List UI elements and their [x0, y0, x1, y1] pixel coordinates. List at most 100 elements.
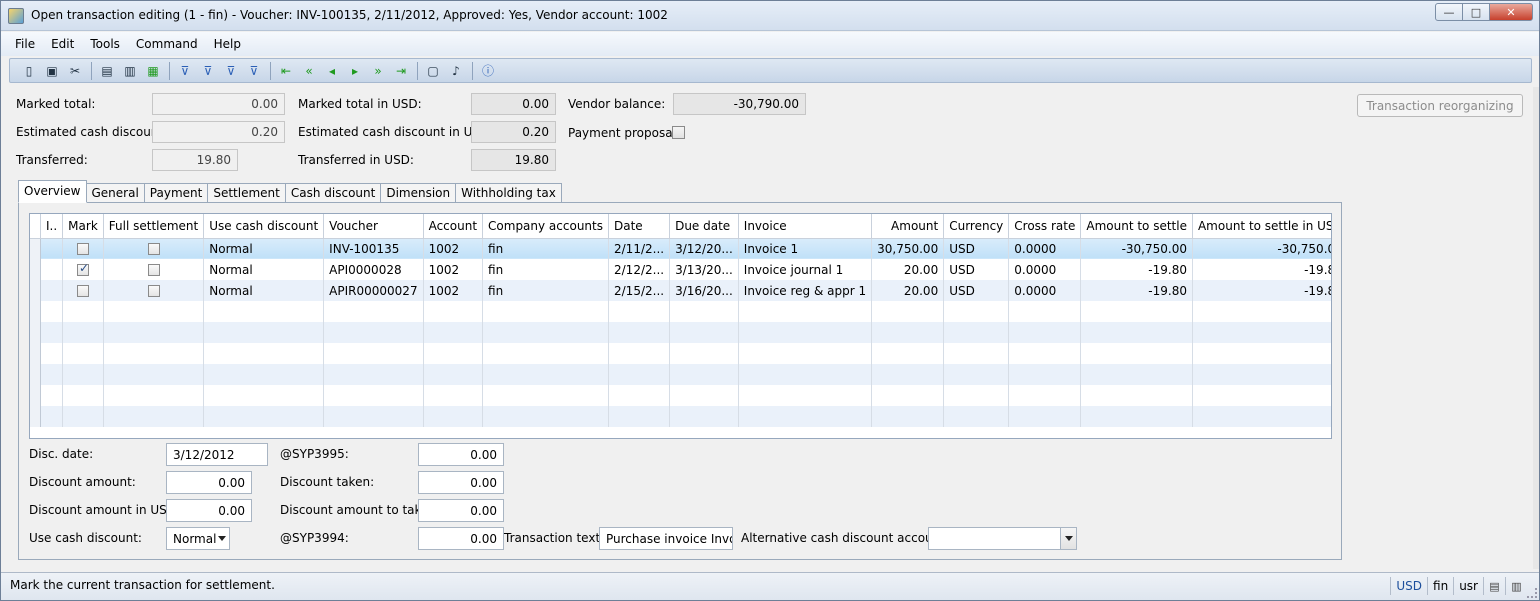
- grid-cell-amount[interactable]: 20.00: [871, 259, 945, 280]
- grid-cell-due[interactable]: 3/16/20...: [669, 280, 739, 301]
- dropdown-button-icon[interactable]: [1060, 528, 1076, 549]
- row-selector[interactable]: [30, 322, 41, 343]
- row-selector[interactable]: [30, 238, 41, 259]
- first-record-icon[interactable]: ⇤: [277, 62, 295, 80]
- full-settlement-checkbox[interactable]: [147, 285, 160, 297]
- grid-cell-currency[interactable]: USD: [943, 280, 1010, 301]
- grid-cell-account[interactable]: 1002: [423, 259, 484, 280]
- menu-command[interactable]: Command: [136, 37, 198, 51]
- table-row[interactable]: [30, 322, 1331, 343]
- row-selector[interactable]: [30, 259, 41, 280]
- syp3995-field[interactable]: 0.00: [418, 443, 504, 466]
- row-selector[interactable]: [30, 406, 41, 427]
- previous-page-icon[interactable]: «: [300, 62, 318, 80]
- column-header-amount-to-settle-usd[interactable]: Amount to settle in USD: [1192, 214, 1331, 239]
- tab-settlement[interactable]: Settlement: [207, 183, 286, 203]
- table-row[interactable]: [30, 364, 1331, 385]
- column-header-cross-rate[interactable]: Cross rate: [1008, 214, 1082, 239]
- printer-icon[interactable]: ▤: [1483, 577, 1505, 595]
- row-selector[interactable]: [30, 385, 41, 406]
- grid-cell-invoice[interactable]: Invoice journal 1: [738, 259, 873, 280]
- next-record-icon[interactable]: ▸: [346, 62, 364, 80]
- column-header-currency[interactable]: Currency: [943, 214, 1010, 239]
- column-header-due-date[interactable]: Due date: [669, 214, 739, 239]
- grid-cell-account[interactable]: 1002: [423, 238, 484, 259]
- mark-checkbox[interactable]: [76, 243, 89, 256]
- discount-amount-usd-field[interactable]: 0.00: [166, 499, 252, 522]
- discount-to-take-field[interactable]: 0.00: [418, 499, 504, 522]
- print-preview-icon[interactable]: ▥: [121, 62, 139, 80]
- menu-file[interactable]: File: [15, 37, 35, 51]
- database-icon[interactable]: ▥: [1505, 577, 1527, 595]
- grid-cell-account[interactable]: 1002: [423, 280, 484, 301]
- status-currency[interactable]: USD: [1390, 577, 1427, 595]
- column-header-mark[interactable]: Mark: [62, 214, 104, 239]
- print-icon[interactable]: ▤: [98, 62, 116, 80]
- menu-help[interactable]: Help: [214, 37, 241, 51]
- grid-cell-invoice[interactable]: Invoice reg & appr 1: [738, 280, 873, 301]
- column-header-account[interactable]: Account: [423, 214, 484, 239]
- grid-cell-currency[interactable]: USD: [943, 259, 1010, 280]
- menu-tools[interactable]: Tools: [90, 37, 120, 51]
- last-record-icon[interactable]: ⇥: [392, 62, 410, 80]
- menu-edit[interactable]: Edit: [51, 37, 74, 51]
- attachments-icon[interactable]: ▢: [424, 62, 442, 80]
- row-selector[interactable]: [30, 343, 41, 364]
- vertical-scrollbar[interactable]: [1533, 87, 1539, 569]
- grid-cell-to-settle[interactable]: -19.80: [1080, 259, 1193, 280]
- help-icon[interactable]: ⓘ: [479, 62, 497, 80]
- grid-cell-to-settle[interactable]: -30,750.00: [1080, 238, 1193, 259]
- grid-cell-company[interactable]: fin: [482, 238, 609, 259]
- next-page-icon[interactable]: »: [369, 62, 387, 80]
- table-row[interactable]: Normal APIR00000027 1002 fin 2/15/2... 3/16/2…: [30, 280, 1331, 301]
- grid-cell-date[interactable]: 2/15/2...: [608, 280, 671, 301]
- row-selector[interactable]: [30, 280, 41, 301]
- tab-payment[interactable]: Payment: [143, 183, 209, 203]
- grid-cell-date[interactable]: 2/12/2...: [608, 259, 671, 280]
- column-header-company-accounts[interactable]: Company accounts: [482, 214, 609, 239]
- filter-by-selection-icon[interactable]: ⊽: [176, 62, 194, 80]
- full-settlement-checkbox[interactable]: [147, 243, 160, 256]
- row-selector[interactable]: [30, 364, 41, 385]
- grid-cell-voucher[interactable]: APIR00000027: [323, 280, 424, 301]
- column-header-amount[interactable]: Amount: [871, 214, 945, 239]
- mark-checkbox[interactable]: [76, 285, 89, 297]
- grid-cell-to-settle-usd[interactable]: -19.80: [1192, 259, 1331, 280]
- maximize-button[interactable]: □: [1462, 3, 1490, 21]
- discount-amount-field[interactable]: 0.00: [166, 471, 252, 494]
- table-row[interactable]: [30, 301, 1331, 322]
- syp3994-field[interactable]: 0.00: [418, 527, 504, 550]
- grid-cell-cross-rate[interactable]: 0.0000: [1008, 280, 1082, 301]
- table-row[interactable]: Normal INV-100135 1002 fin 2/11/2... 3/12/20.…: [30, 238, 1331, 259]
- save-icon[interactable]: ▣: [43, 62, 61, 80]
- grid-cell-currency[interactable]: USD: [943, 238, 1010, 259]
- use-cash-discount-select[interactable]: Normal: [166, 527, 230, 550]
- grid-cell-company[interactable]: fin: [482, 280, 609, 301]
- grid-cell-due[interactable]: 3/13/20...: [669, 259, 739, 280]
- column-header-info[interactable]: I..: [40, 214, 64, 239]
- table-row[interactable]: [30, 343, 1331, 364]
- column-header-date[interactable]: Date: [608, 214, 671, 239]
- grid-cell-amount[interactable]: 20.00: [871, 280, 945, 301]
- transaction-text-field[interactable]: Purchase invoice Invoice: [599, 527, 733, 550]
- table-row[interactable]: NormalAPI00000281002fin2/12/2...3/13/20.…: [30, 259, 1331, 280]
- column-header-use-cash-discount[interactable]: Use cash discount: [203, 214, 325, 239]
- grid-cell-date[interactable]: 2/11/2...: [608, 238, 671, 259]
- discount-taken-field[interactable]: 0.00: [418, 471, 504, 494]
- grid-cell-voucher[interactable]: API0000028: [323, 259, 424, 280]
- column-header-invoice[interactable]: Invoice: [738, 214, 873, 239]
- row-selector[interactable]: [30, 301, 41, 322]
- advanced-filter-icon[interactable]: ⊽: [222, 62, 240, 80]
- table-row[interactable]: [30, 385, 1331, 406]
- previous-record-icon[interactable]: ◂: [323, 62, 341, 80]
- status-company[interactable]: fin: [1427, 577, 1453, 595]
- column-header-full-settlement[interactable]: Full settlement: [103, 214, 205, 239]
- grid-cell-amount[interactable]: 30,750.00: [871, 238, 945, 259]
- close-button[interactable]: ✕: [1489, 3, 1533, 21]
- alert-icon[interactable]: ♪: [447, 62, 465, 80]
- tab-cash-discount[interactable]: Cash discount: [284, 183, 382, 203]
- alt-cash-discount-select[interactable]: [928, 527, 1077, 550]
- export-excel-icon[interactable]: ▦: [144, 62, 162, 80]
- grid-cell-invoice[interactable]: Invoice 1: [738, 238, 873, 259]
- delete-icon[interactable]: ✂: [66, 62, 84, 80]
